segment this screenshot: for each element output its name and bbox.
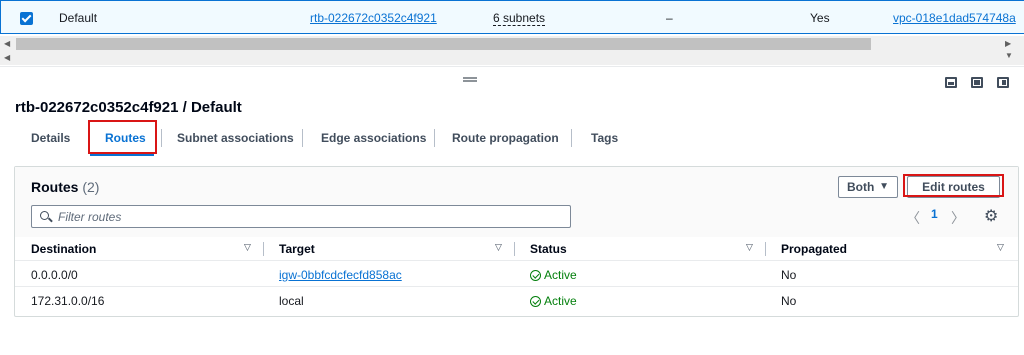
split-divider bbox=[0, 66, 1024, 67]
filter-placeholder: Filter routes bbox=[58, 210, 122, 224]
table-row: 172.31.0.0/16 local Active No bbox=[15, 288, 1018, 313]
scroll-left-small-icon[interactable]: ◀ bbox=[4, 53, 10, 62]
subnets-count[interactable]: 6 subnets bbox=[493, 11, 546, 26]
routes-count: (2) bbox=[82, 179, 100, 195]
route-status-text: Active bbox=[544, 268, 577, 282]
edge-association-value: – bbox=[666, 11, 673, 25]
route-table-id-link[interactable]: rtb-022672c0352c4f921 bbox=[310, 11, 437, 25]
propagation-filter-value: Both bbox=[847, 180, 875, 194]
route-propagated: No bbox=[781, 268, 797, 282]
search-icon bbox=[40, 211, 49, 220]
scroll-down-icon[interactable]: ▼ bbox=[1005, 51, 1013, 60]
propagation-filter-select[interactable]: Both ▼ bbox=[838, 176, 898, 198]
chevron-right-icon[interactable]: 〉 bbox=[951, 208, 965, 228]
sort-icon[interactable]: ▽ bbox=[495, 242, 502, 253]
scroll-left-icon[interactable]: ◀ bbox=[4, 39, 10, 48]
route-destination: 0.0.0.0/0 bbox=[31, 268, 78, 282]
tab-subnet-associations[interactable]: Subnet associations bbox=[177, 131, 294, 145]
route-destination: 172.31.0.0/16 bbox=[31, 294, 105, 308]
routes-table-header: Destination ▽ Target ▽ Status ▽ Propagat… bbox=[15, 237, 1018, 261]
page-title: rtb-022672c0352c4f921 / Default bbox=[15, 99, 242, 116]
column-separator bbox=[765, 242, 766, 256]
tab-separator bbox=[571, 129, 572, 147]
routes-panel: Routes (2) Both ▼ Edit routes Filter rou… bbox=[14, 166, 1019, 317]
caret-down-icon: ▼ bbox=[879, 181, 889, 192]
checkbox-checked-icon[interactable] bbox=[20, 12, 33, 25]
tab-edge-associations[interactable]: Edge associations bbox=[321, 131, 426, 145]
tab-route-propagation[interactable]: Route propagation bbox=[452, 131, 559, 145]
routes-tab-highlight bbox=[88, 120, 157, 154]
drag-handle-icon[interactable] bbox=[463, 77, 477, 82]
sort-icon[interactable]: ▽ bbox=[244, 242, 251, 253]
routes-heading: Routes (2) bbox=[31, 179, 99, 195]
tab-tags[interactable]: Tags bbox=[591, 131, 618, 145]
column-status[interactable]: Status bbox=[530, 242, 567, 256]
tab-details[interactable]: Details bbox=[31, 131, 70, 145]
route-target-link[interactable]: igw-0bbfcdcfecfd858ac bbox=[279, 268, 402, 282]
column-destination[interactable]: Destination bbox=[31, 242, 96, 256]
panel-side-icon[interactable] bbox=[971, 77, 983, 88]
column-separator bbox=[263, 242, 264, 256]
tab-separator bbox=[161, 129, 162, 147]
chevron-left-icon[interactable]: 〈 bbox=[906, 208, 920, 228]
column-target[interactable]: Target bbox=[279, 242, 315, 256]
tab-separator bbox=[434, 129, 435, 147]
scrollbar-thumb[interactable] bbox=[16, 38, 871, 50]
route-status: Active bbox=[530, 294, 577, 308]
column-separator bbox=[514, 242, 515, 256]
route-propagated: No bbox=[781, 294, 797, 308]
status-ok-icon bbox=[530, 270, 541, 281]
route-table-name: Default bbox=[59, 11, 98, 25]
filter-routes-input[interactable]: Filter routes bbox=[31, 205, 571, 228]
main-value: Yes bbox=[810, 11, 830, 25]
panel-bottom-icon[interactable] bbox=[945, 77, 957, 88]
status-ok-icon bbox=[530, 296, 541, 307]
tab-separator bbox=[302, 129, 303, 147]
edit-routes-highlight bbox=[903, 174, 1004, 197]
table-row: 0.0.0.0/0 igw-0bbfcdcfecfd858ac Active N… bbox=[15, 262, 1018, 287]
routes-panel-header: Routes (2) Both ▼ Edit routes Filter rou… bbox=[15, 167, 1018, 237]
panel-right-icon[interactable] bbox=[997, 77, 1009, 88]
route-target: local bbox=[279, 294, 304, 308]
horizontal-scrollbar[interactable]: ◀ ▶ ▼ ◀ bbox=[0, 36, 1024, 65]
sort-icon[interactable]: ▽ bbox=[746, 242, 753, 253]
route-status-text: Active bbox=[544, 294, 577, 308]
selected-route-table-row[interactable]: Default rtb-022672c0352c4f921 6 subnets … bbox=[0, 0, 1024, 34]
vpc-id-link[interactable]: vpc-018e1dad574748a bbox=[893, 11, 1016, 25]
gear-icon[interactable]: ⚙ bbox=[984, 206, 998, 226]
routes-title: Routes bbox=[31, 179, 79, 195]
route-status: Active bbox=[530, 268, 577, 282]
column-propagated[interactable]: Propagated bbox=[781, 242, 847, 256]
sort-icon[interactable]: ▽ bbox=[997, 242, 1004, 253]
page-number[interactable]: 1 bbox=[931, 207, 938, 221]
scroll-right-icon[interactable]: ▶ bbox=[1005, 39, 1011, 48]
